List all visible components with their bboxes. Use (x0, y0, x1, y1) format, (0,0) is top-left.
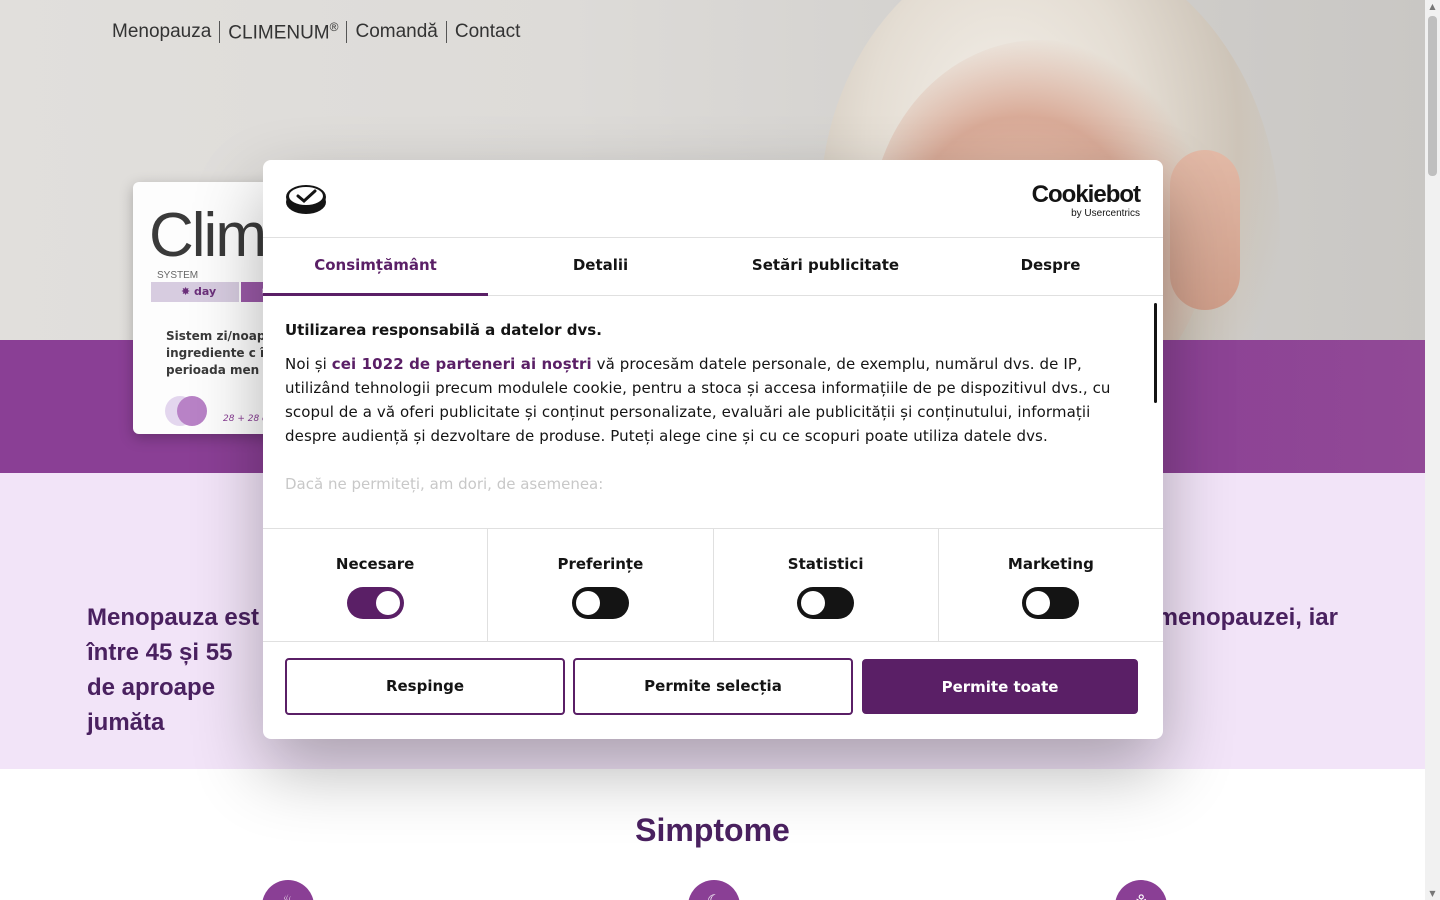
product-pills-icon (165, 396, 209, 428)
nav-link-climenum-label: CLIMENUM (228, 22, 330, 44)
page-scrollbar[interactable]: ▲ ▼ (1425, 0, 1440, 900)
toggle-knob (575, 591, 600, 615)
consent-preferences-label: Preferințe (557, 555, 644, 573)
night-sweat-icon: ☾ (688, 880, 740, 900)
nav-link-menopauza[interactable]: Menopauza (112, 21, 219, 43)
scroll-down-arrow-icon[interactable]: ▼ (1425, 889, 1440, 898)
intro-text-left: Menopauza est între 45 și 55 de aproape … (87, 604, 260, 736)
nav-link-climenum[interactable]: CLIMENUM® (220, 20, 346, 44)
body-text: Noi și cei 1022 de parteneri ai noștri v… (285, 352, 1137, 448)
body-title: Utilizarea responsabilă a datelor dvs. (285, 321, 602, 339)
product-count: 28 + 28 c (223, 414, 267, 424)
nav-link-contact[interactable]: Contact (447, 21, 528, 43)
tab-about[interactable]: Despre (938, 239, 1163, 295)
necessary-toggle[interactable] (346, 587, 404, 619)
cookiebot-byline: by Usercentrics (1071, 208, 1140, 219)
consent-necessary-label: Necesare (335, 555, 415, 573)
cookiebot-name: Cookiebot (1031, 181, 1141, 208)
toggle-knob (801, 591, 826, 615)
allow-selection-button[interactable]: Permite selecția (573, 658, 853, 715)
cookie-consent-dialog: Cookiebot by Usercentrics Consimțământ D… (263, 160, 1163, 739)
consent-preferences: Preferințe (488, 529, 714, 641)
statistics-toggle[interactable] (797, 587, 855, 619)
consent-necessary: Necesare (263, 529, 489, 641)
marketing-toggle[interactable] (1022, 587, 1080, 619)
tab-details[interactable]: Detalii (488, 239, 713, 295)
hot-flash-icon: ♨ (262, 880, 314, 900)
allow-all-button[interactable]: Permite toate (862, 659, 1138, 714)
toggle-knob (375, 591, 400, 615)
dialog-body-scrollbar[interactable] (1154, 303, 1157, 403)
main-nav: Menopauza CLIMENUM® Comandă Contact (112, 20, 528, 44)
reject-button[interactable]: Respinge (285, 658, 565, 715)
product-system-label: SYSTEM (157, 270, 199, 281)
body-faded-text: Dacă ne permiteți, am dori, de asemenea: (285, 475, 604, 493)
dialog-body-content: Utilizarea responsabilă a datelor dvs. N… (285, 320, 1137, 496)
pill-dark-icon (177, 396, 207, 426)
toggle-knob (1026, 591, 1051, 615)
partners-link[interactable]: cei 1022 de parteneri ai noștri (332, 355, 592, 373)
symptoms-heading: Simptome (635, 812, 790, 848)
mood-icon: ⚘ (1115, 880, 1167, 900)
consent-statistics-label: Statistici (787, 555, 864, 573)
product-day-text: day (194, 285, 217, 298)
cookiebot-logo[interactable]: Cookiebot by Usercentrics (1031, 181, 1141, 220)
product-day-label: ✸ day (151, 282, 239, 302)
tab-ad-settings[interactable]: Setări publicitate (713, 239, 938, 295)
dialog-body[interactable]: Utilizarea responsabilă a datelor dvs. N… (263, 297, 1163, 528)
hero-photo-hand (1170, 150, 1240, 310)
scroll-thumb[interactable] (1428, 16, 1437, 176)
consent-marketing: Marketing (939, 529, 1163, 641)
preferences-toggle[interactable] (571, 587, 629, 619)
tab-consent[interactable]: Consimțământ (263, 239, 488, 296)
scroll-up-arrow-icon[interactable]: ▲ (1425, 2, 1440, 11)
consent-categories: Necesare Preferințe Statistici Marketing (263, 528, 1163, 642)
consent-statistics: Statistici (714, 529, 939, 641)
consent-marketing-label: Marketing (1007, 555, 1094, 573)
consent-logo-icon (286, 185, 326, 214)
body-prefix: Noi și (285, 355, 332, 373)
nav-link-comanda[interactable]: Comandă (347, 21, 445, 43)
dialog-tabs: Consimțământ Detalii Setări publicitate … (263, 239, 1163, 296)
registered-mark: ® (329, 20, 339, 34)
dialog-header: Cookiebot by Usercentrics (263, 160, 1163, 238)
